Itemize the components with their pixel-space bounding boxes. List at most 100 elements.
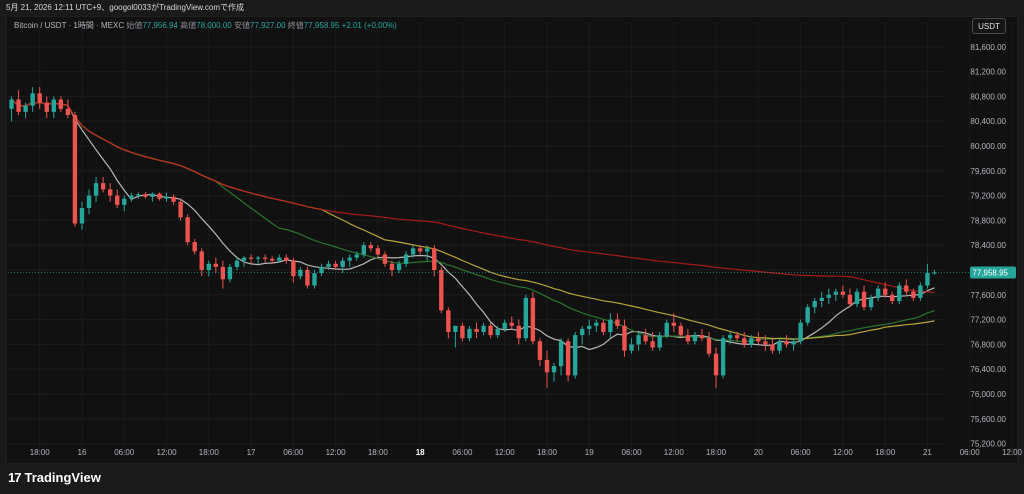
candle: [115, 189, 120, 208]
candle: [833, 288, 839, 301]
candle-body: [100, 183, 106, 190]
candles: [9, 87, 937, 388]
candle-body: [460, 325, 465, 339]
tradingview-logo-icon: 17: [8, 470, 22, 485]
candle-body: [122, 198, 127, 205]
candle: [812, 297, 817, 314]
candle: [798, 319, 803, 345]
candle-body: [481, 325, 486, 332]
candle-body: [840, 291, 846, 295]
candle-body: [706, 338, 712, 354]
candle-body: [713, 353, 719, 376]
candle-body: [115, 195, 120, 205]
candle-body: [699, 335, 705, 339]
time-tick-label: 06:00: [960, 448, 981, 457]
candle-body: [347, 257, 352, 261]
candle-body: [375, 248, 381, 255]
candle: [819, 291, 824, 308]
candle: [284, 254, 289, 264]
candle: [192, 239, 197, 255]
candle-body: [671, 322, 676, 326]
candle: [213, 257, 219, 274]
high-value: 78,000.00: [196, 21, 232, 30]
candle: [467, 325, 472, 342]
time-tick-label: 18:00: [199, 448, 220, 457]
candle: [925, 263, 930, 289]
ma-fast-line: [11, 99, 935, 351]
change-value: +2.01 (+0.00%): [341, 21, 397, 30]
candle-body: [720, 338, 726, 376]
candle-body: [23, 105, 28, 112]
candle-body: [446, 310, 451, 332]
candle: [382, 251, 388, 267]
candle-body: [16, 99, 21, 112]
time-tick-label: 17: [247, 448, 256, 457]
currency-button[interactable]: USDT: [972, 18, 1006, 34]
candle: [129, 192, 134, 202]
candle-body: [143, 194, 148, 197]
candle: [446, 307, 451, 339]
candle-body: [664, 322, 669, 336]
candle: [685, 328, 691, 345]
candle-body: [537, 341, 543, 360]
candle-body: [890, 294, 895, 301]
candle: [460, 322, 465, 342]
symbol-title: Bitcoin / USDT · 1時間 · MEXC: [14, 21, 125, 30]
tradingview-logo: 17 TradingView: [8, 470, 101, 485]
candle: [537, 338, 543, 367]
candle-body: [636, 335, 641, 345]
candle-body: [643, 335, 648, 342]
grid-lines: [8, 22, 1013, 456]
price-tick-label: 80,400.00: [970, 117, 1006, 126]
time-tick-label: 06:00: [114, 448, 135, 457]
candle-body: [854, 291, 860, 305]
candle-body: [742, 338, 747, 345]
moving-averages: [11, 99, 935, 351]
candle-body: [178, 201, 183, 218]
candle: [122, 195, 127, 212]
candle-body: [255, 257, 261, 259]
candle-body: [129, 195, 134, 199]
candle-body: [777, 341, 782, 351]
candle-body: [608, 319, 613, 332]
candle-body: [262, 257, 268, 259]
candle: [706, 332, 712, 357]
candle-body: [86, 195, 92, 208]
candle: [298, 266, 303, 280]
candle-body: [770, 344, 775, 351]
candle: [854, 288, 860, 308]
candle-body: [298, 270, 303, 277]
high-label: 高値: [180, 21, 197, 30]
candle-body: [551, 366, 557, 373]
candle-body: [502, 322, 507, 329]
chart-frame: 5月 21, 2026 12:11 UTC+9、googol0033がTradi…: [0, 0, 1024, 494]
candlestick-chart[interactable]: 75,200.0075,600.0076,000.0076,400.0076,8…: [0, 0, 1024, 494]
candle: [509, 316, 514, 329]
time-tick-label: 06:00: [452, 448, 473, 457]
price-tick-label: 77,600.00: [970, 291, 1006, 300]
candle-body: [270, 258, 275, 261]
price-tick-label: 79,200.00: [970, 192, 1006, 201]
price-axis: 75,200.0075,600.0076,000.0076,400.0076,8…: [970, 43, 1006, 449]
candle-body: [572, 335, 578, 376]
tradingview-logo-text: TradingView: [24, 470, 101, 485]
candle-body: [79, 208, 85, 224]
candle: [199, 248, 204, 277]
candle-body: [594, 322, 599, 326]
candle: [474, 322, 479, 339]
candle-body: [150, 193, 155, 197]
candle: [143, 191, 148, 199]
candle-body: [678, 325, 684, 336]
candle: [530, 291, 536, 345]
price-tick-label: 78,400.00: [970, 241, 1006, 250]
candle: [488, 322, 493, 339]
price-tick-label: 81,600.00: [970, 43, 1006, 52]
ma-slow-line: [11, 99, 935, 340]
price-tick-label: 78,800.00: [970, 216, 1006, 225]
candle: [897, 282, 902, 305]
candle: [30, 87, 35, 112]
time-tick-label: 18: [416, 448, 425, 457]
candle-body: [847, 294, 853, 305]
candle: [157, 192, 162, 201]
candle: [551, 363, 557, 382]
